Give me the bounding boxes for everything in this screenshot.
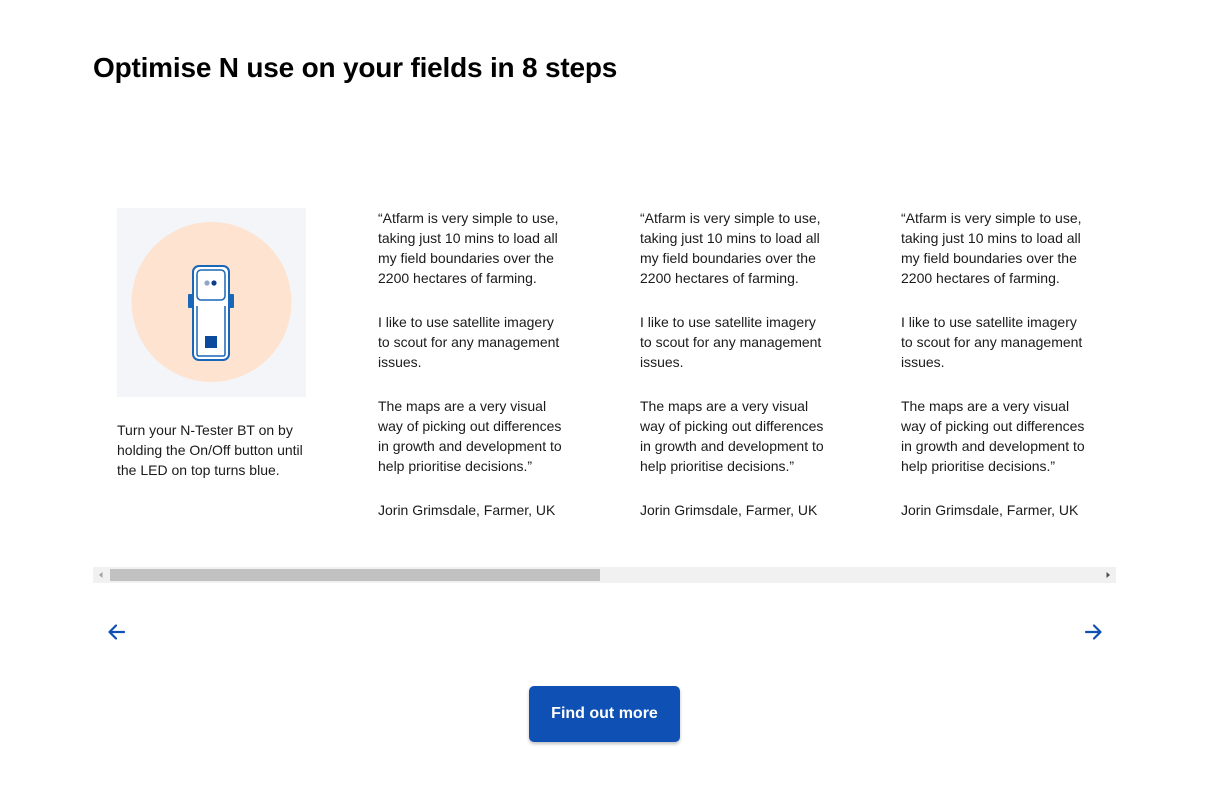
testimonial-paragraph: “Atfarm is very simple to use, taking ju… — [901, 210, 1082, 286]
carousel-scrollbar[interactable] — [93, 567, 1116, 583]
testimonial-paragraph: The maps are a very visual way of pickin… — [901, 398, 1085, 474]
scroll-right-arrow-icon[interactable] — [1100, 567, 1116, 583]
testimonial-paragraph: I like to use satellite imagery to scout… — [378, 314, 560, 370]
testimonial-paragraph: I like to use satellite imagery to scout… — [901, 314, 1083, 370]
testimonial-paragraph: “Atfarm is very simple to use, taking ju… — [640, 210, 821, 286]
step-caption: Turn your N-Tester BT on by holding the … — [117, 422, 303, 478]
n-tester-device-icon — [131, 222, 292, 382]
carousel-prev-button[interactable] — [105, 620, 129, 644]
carousel-next-button[interactable] — [1081, 620, 1105, 644]
find-out-more-button[interactable]: Find out more — [529, 686, 680, 742]
arrow-left-icon — [108, 624, 126, 640]
step-card: Turn your N-Tester BT on by holding the … — [117, 208, 307, 480]
page: Optimise N use on your fields in 8 steps… — [0, 0, 1215, 788]
testimonial-paragraph: The maps are a very visual way of pickin… — [378, 398, 562, 474]
scroll-left-arrow-icon[interactable] — [93, 567, 109, 583]
section-title: Optimise N use on your fields in 8 steps — [93, 52, 618, 83]
testimonial-paragraph: “Atfarm is very simple to use, taking ju… — [378, 210, 559, 286]
testimonial-paragraph: The maps are a very visual way of pickin… — [640, 398, 824, 474]
testimonial-author: Jorin Grimsdale, Farmer, UK — [378, 502, 556, 518]
step-illustration — [117, 208, 306, 397]
testimonial-paragraph: I like to use satellite imagery to scout… — [640, 314, 822, 370]
scrollbar-thumb[interactable] — [110, 569, 600, 581]
testimonial-author: Jorin Grimsdale, Farmer, UK — [640, 502, 818, 518]
testimonial-author: Jorin Grimsdale, Farmer, UK — [901, 502, 1079, 518]
testimonial-card: “Atfarm is very simple to use, taking ju… — [640, 208, 830, 544]
testimonial-card: “Atfarm is very simple to use, taking ju… — [378, 208, 568, 544]
arrow-right-icon — [1084, 624, 1102, 640]
testimonial-card: “Atfarm is very simple to use, taking ju… — [901, 208, 1091, 544]
